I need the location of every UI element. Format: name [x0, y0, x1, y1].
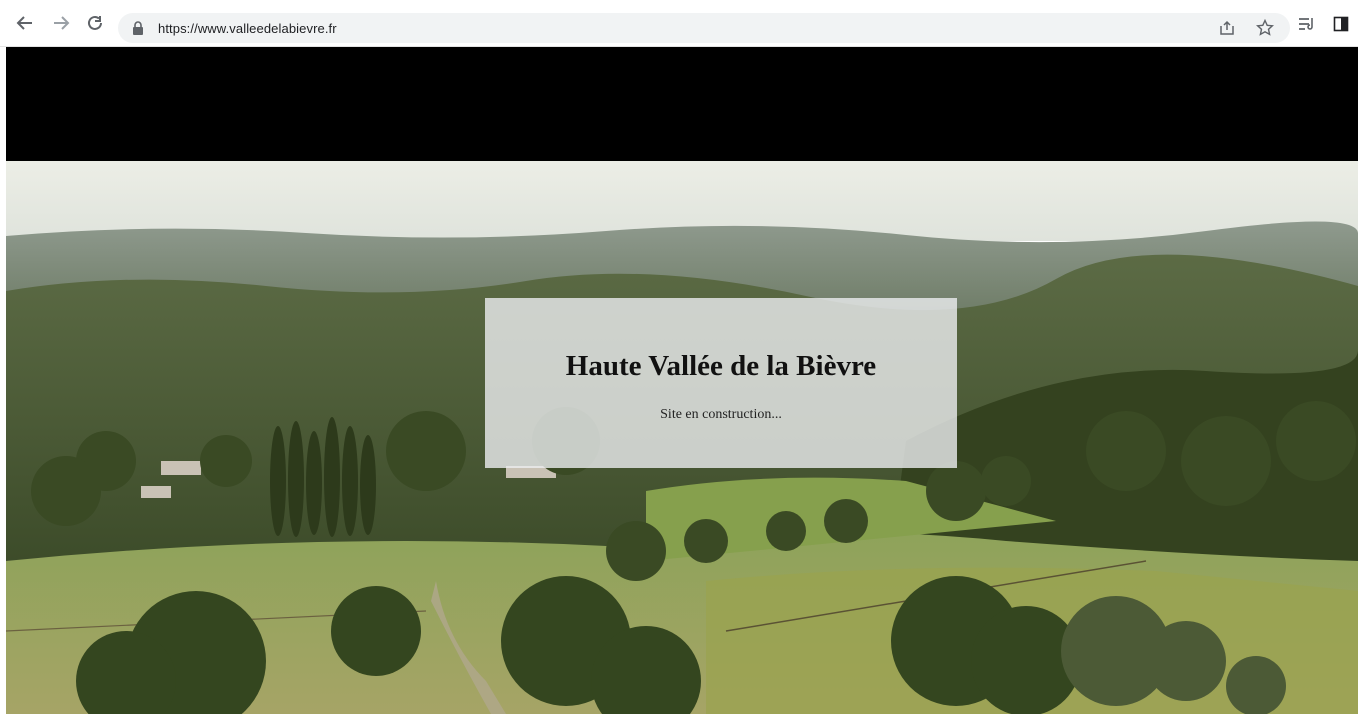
forward-icon[interactable]: [50, 12, 72, 34]
browser-toolbar: https://www.valleedelabievre.fr: [0, 0, 1358, 47]
lock-icon[interactable]: [132, 20, 146, 36]
share-icon[interactable]: [1216, 17, 1238, 39]
url-text[interactable]: https://www.valleedelabievre.fr: [158, 21, 337, 36]
construction-notice: Site en construction...: [660, 407, 782, 422]
address-bar[interactable]: https://www.valleedelabievre.fr: [118, 13, 1290, 43]
back-icon[interactable]: [14, 12, 36, 34]
hero-background-image: Haute Vallée de la Bièvre Site en constr…: [6, 161, 1358, 714]
web-page: Haute Vallée de la Bièvre Site en constr…: [6, 47, 1358, 714]
page-title: Haute Vallée de la Bièvre: [565, 350, 877, 382]
bookmark-star-icon[interactable]: [1254, 17, 1276, 39]
video-letterbox-top: [6, 47, 1358, 161]
reload-icon[interactable]: [84, 12, 106, 34]
side-panel-icon[interactable]: [1330, 13, 1352, 35]
reading-list-icon[interactable]: [1296, 13, 1318, 35]
title-card: Haute Vallée de la Bièvre Site en constr…: [485, 298, 957, 468]
